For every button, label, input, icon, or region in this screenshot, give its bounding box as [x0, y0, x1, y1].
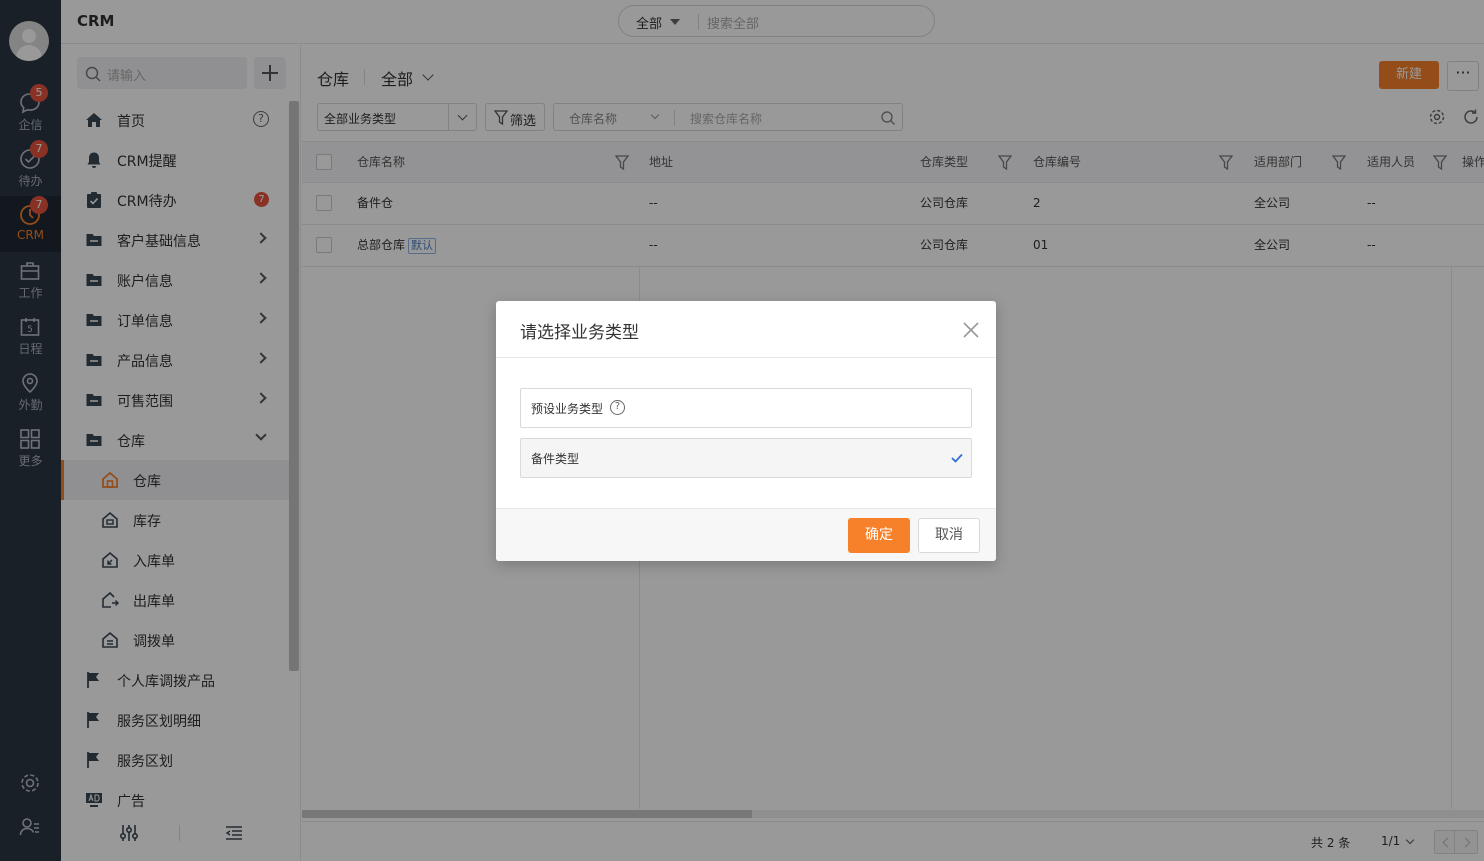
confirm-button[interactable]: 确定: [848, 518, 910, 553]
cancel-button[interactable]: 取消: [918, 518, 980, 553]
dialog-header: 请选择业务类型: [496, 301, 996, 358]
option-label: 预设业务类型: [531, 402, 604, 416]
close-icon[interactable]: [962, 321, 980, 339]
dialog-footer: 确定 取消: [496, 508, 996, 561]
checkmark-icon: [951, 453, 963, 463]
option-label: 备件类型: [531, 452, 580, 466]
help-icon[interactable]: ?: [610, 400, 625, 415]
business-type-dialog: 请选择业务类型 预设业务类型 ? 备件类型 确定 取消: [496, 301, 996, 561]
option-spare-parts-type[interactable]: 备件类型: [520, 438, 972, 478]
dialog-title: 请选择业务类型: [520, 323, 639, 343]
option-preset-type[interactable]: 预设业务类型 ?: [520, 388, 972, 428]
